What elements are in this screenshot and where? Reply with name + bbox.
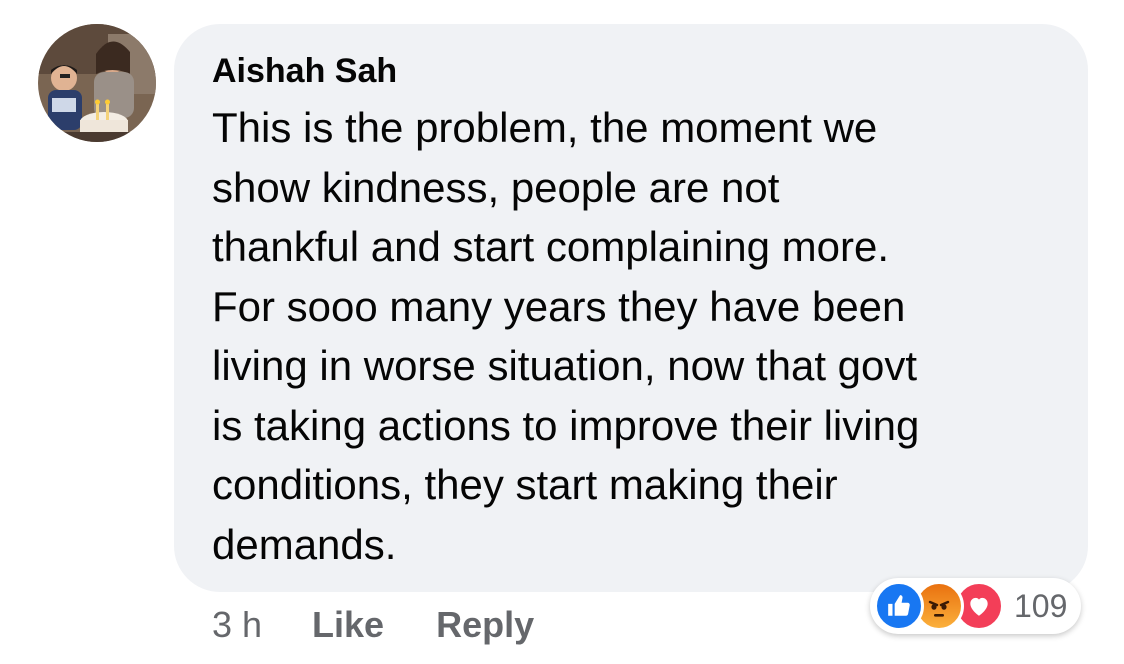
like-icon bbox=[874, 581, 924, 631]
timestamp[interactable]: 3 h bbox=[212, 604, 262, 646]
comment-text: This is the problem, the moment we show … bbox=[212, 104, 920, 568]
reactions-summary[interactable]: 109 bbox=[870, 578, 1082, 634]
comment-bubble: Aishah Sah This is the problem, the mome… bbox=[174, 24, 1088, 592]
comment-actions: 3 h Like Reply bbox=[212, 600, 586, 650]
like-button[interactable]: Like bbox=[312, 604, 384, 646]
author-name[interactable]: Aishah Sah bbox=[212, 50, 397, 92]
avatar[interactable] bbox=[38, 24, 156, 142]
comment: Aishah Sah This is the problem, the mome… bbox=[0, 0, 1124, 664]
avatar-photo bbox=[38, 24, 156, 142]
reply-button[interactable]: Reply bbox=[436, 604, 534, 646]
reaction-count: 109 bbox=[1014, 587, 1068, 624]
